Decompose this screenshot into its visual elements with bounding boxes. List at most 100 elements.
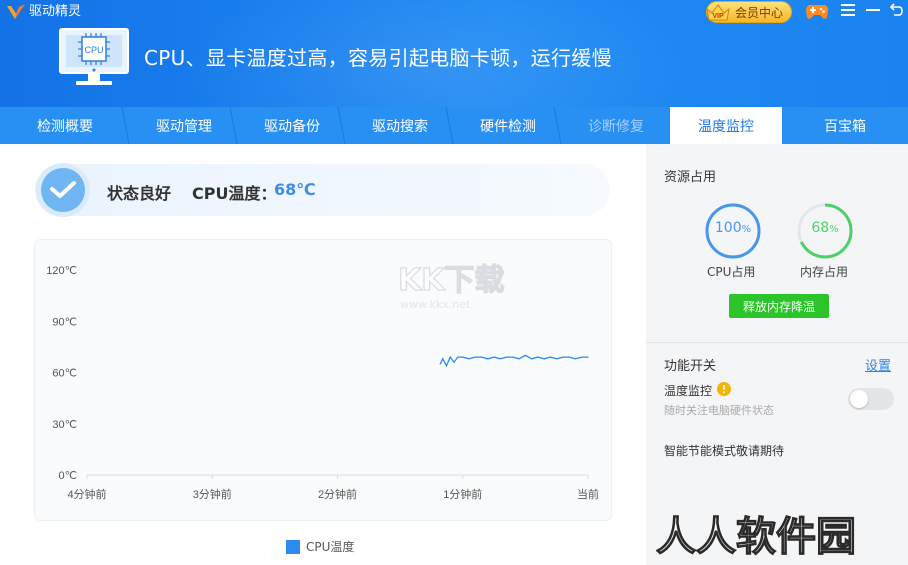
tab-label: 检测概要 bbox=[37, 118, 93, 135]
x-tick-label: 3分钟前 bbox=[193, 487, 232, 501]
series-point bbox=[493, 356, 495, 358]
energy-mode-text: 智能节能模式敬请期待 bbox=[664, 444, 785, 458]
tab-separator bbox=[553, 107, 562, 144]
watermark-text: KK下载 bbox=[398, 263, 505, 298]
tab-6[interactable]: 温度监控 bbox=[670, 107, 782, 144]
series-point bbox=[505, 356, 508, 358]
vip-center-button[interactable]: VIP 会员中心 bbox=[706, 1, 792, 23]
side-panel: 资源占用 100% CPU占用 68% 内存占用 释放内存降温 功能开关 设置 … bbox=[646, 144, 908, 565]
tab-1[interactable]: 驱动管理 bbox=[130, 107, 238, 144]
driver-genius-logo-icon bbox=[7, 4, 25, 19]
cpu-temp-label: CPU温度： bbox=[192, 184, 277, 203]
app-logo: 驱动精灵 bbox=[6, 3, 81, 21]
header-banner: 驱动精灵 VIP 会员中心 CPU CPU、显卡温度过高，容易引起电脑卡顿，运行… bbox=[0, 0, 908, 107]
series-point bbox=[518, 358, 520, 360]
vip-crown-icon: VIP bbox=[706, 4, 730, 21]
tab-separator bbox=[445, 107, 454, 144]
vip-badge-text: VIP bbox=[712, 13, 724, 20]
x-tick-label: 2分钟前 bbox=[318, 487, 357, 501]
series-point bbox=[556, 358, 558, 360]
series-point bbox=[487, 358, 489, 360]
main-tabs: 检测概要 驱动管理 驱动备份 驱动搜索 硬件检测 诊断修复 温度监控 百宝箱 bbox=[0, 107, 908, 144]
cpu-temp-value: 68℃ bbox=[274, 180, 316, 199]
status-ok-icon bbox=[36, 163, 90, 217]
y-tick-label: 90℃ bbox=[52, 316, 77, 328]
chart-legend: CPU温度 bbox=[286, 538, 354, 555]
tab-label: 温度监控 bbox=[698, 118, 754, 135]
series-point bbox=[543, 358, 545, 360]
back-icon[interactable] bbox=[888, 2, 904, 18]
tab-3[interactable]: 驱动搜索 bbox=[346, 107, 454, 144]
toggle-knob bbox=[850, 390, 868, 408]
app-title: 驱动精灵 bbox=[29, 4, 82, 19]
x-tick-label: 1分钟前 bbox=[443, 487, 482, 501]
minimize-icon[interactable] bbox=[866, 8, 880, 12]
y-tick-label: 30℃ bbox=[52, 419, 77, 431]
series-point bbox=[439, 363, 441, 365]
corner-watermark-text: 人人软件园 bbox=[656, 514, 856, 558]
cpu-usage-label: CPU占用 bbox=[707, 265, 756, 279]
cpu-monitor-icon: CPU bbox=[59, 28, 129, 85]
game-controller-icon[interactable] bbox=[805, 1, 829, 21]
function-switch-title: 功能开关 bbox=[664, 359, 717, 374]
corner-watermark: 人人软件园 bbox=[656, 513, 857, 558]
tab-separator bbox=[121, 107, 130, 144]
series-point bbox=[468, 358, 470, 360]
y-tick-label: 0℃ bbox=[59, 470, 77, 482]
tab-label: 硬件检测 bbox=[480, 118, 536, 135]
tab-label: 驱动搜索 bbox=[372, 118, 428, 135]
series-point bbox=[462, 356, 464, 358]
status-text: 状态良好 bbox=[107, 184, 172, 203]
y-tick-label: 60℃ bbox=[52, 368, 77, 380]
release-memory-button[interactable]: 释放内存降温 bbox=[729, 294, 829, 318]
tab-2[interactable]: 驱动备份 bbox=[238, 107, 346, 144]
temperature-chart-svg: 120℃ 90℃ 60℃ 30℃ 0℃ 4分钟前 3分钟前 2分钟前 1分钟前 当前 bbox=[46, 265, 599, 501]
temp-monitor-desc: 随时关注电脑硬件状态 bbox=[664, 404, 774, 417]
temperature-chart: 120℃ 90℃ 60℃ 30℃ 0℃ 4分钟前 3分钟前 2分钟前 1分钟前 当前 bbox=[34, 239, 612, 521]
memory-usage-value: 68% bbox=[811, 220, 839, 236]
x-tick-label: 4分钟前 bbox=[67, 487, 106, 501]
series-point bbox=[568, 356, 570, 358]
cpu-icon-text: CPU bbox=[84, 45, 103, 55]
memory-usage-label: 内存占用 bbox=[800, 265, 849, 279]
series-point bbox=[549, 356, 552, 358]
vip-center-label: 会员中心 bbox=[735, 5, 784, 20]
resource-title: 资源占用 bbox=[664, 170, 717, 185]
hero-message: CPU、显卡温度过高，容易引起电脑卡顿，运行缓慢 bbox=[144, 46, 612, 70]
tab-7[interactable]: 百宝箱 bbox=[782, 107, 908, 144]
tab-label: 驱动管理 bbox=[156, 118, 212, 135]
series-point bbox=[574, 358, 577, 360]
series-point bbox=[449, 356, 451, 358]
tab-5[interactable]: 诊断修复 bbox=[562, 107, 670, 144]
settings-link[interactable]: 设置 bbox=[865, 355, 891, 374]
series-point bbox=[457, 356, 459, 358]
cpu-usage-value: 100% bbox=[714, 220, 752, 236]
side-divider bbox=[646, 342, 908, 343]
tab-separator bbox=[229, 107, 238, 144]
series-point bbox=[587, 356, 589, 358]
temp-monitor-label: 温度监控 bbox=[664, 384, 713, 398]
warning-info-icon[interactable] bbox=[717, 382, 731, 396]
temp-monitor-toggle[interactable] bbox=[848, 388, 894, 410]
series-point bbox=[474, 356, 476, 358]
y-tick-label: 120℃ bbox=[46, 265, 77, 277]
series-point bbox=[453, 361, 455, 363]
tab-label: 百宝箱 bbox=[824, 118, 866, 135]
series-point bbox=[442, 358, 444, 360]
tab-label: 诊断修复 bbox=[588, 118, 644, 135]
x-tick-label: 当前 bbox=[577, 487, 599, 501]
series-point bbox=[499, 358, 501, 360]
series-point bbox=[537, 356, 539, 358]
status-bar: 状态良好 CPU温度： 68℃ bbox=[35, 163, 610, 217]
tab-label: 驱动备份 bbox=[264, 118, 320, 135]
watermark-url: www.kkx.net bbox=[400, 298, 471, 311]
series-point bbox=[512, 356, 514, 358]
menu-icon[interactable] bbox=[841, 4, 855, 16]
tab-4[interactable]: 硬件检测 bbox=[454, 107, 562, 144]
legend-swatch bbox=[286, 539, 300, 554]
series-point bbox=[480, 356, 483, 358]
temperature-panel: 状态良好 CPU温度： 68℃ 120℃ 90℃ 60℃ 30℃ 0℃ 4分钟前 3分钟前 2… bbox=[0, 144, 646, 565]
kk-watermark: KK下载 www.kkx.net bbox=[397, 262, 505, 311]
series-point bbox=[445, 365, 448, 367]
tab-0[interactable]: 检测概要 bbox=[0, 107, 130, 144]
